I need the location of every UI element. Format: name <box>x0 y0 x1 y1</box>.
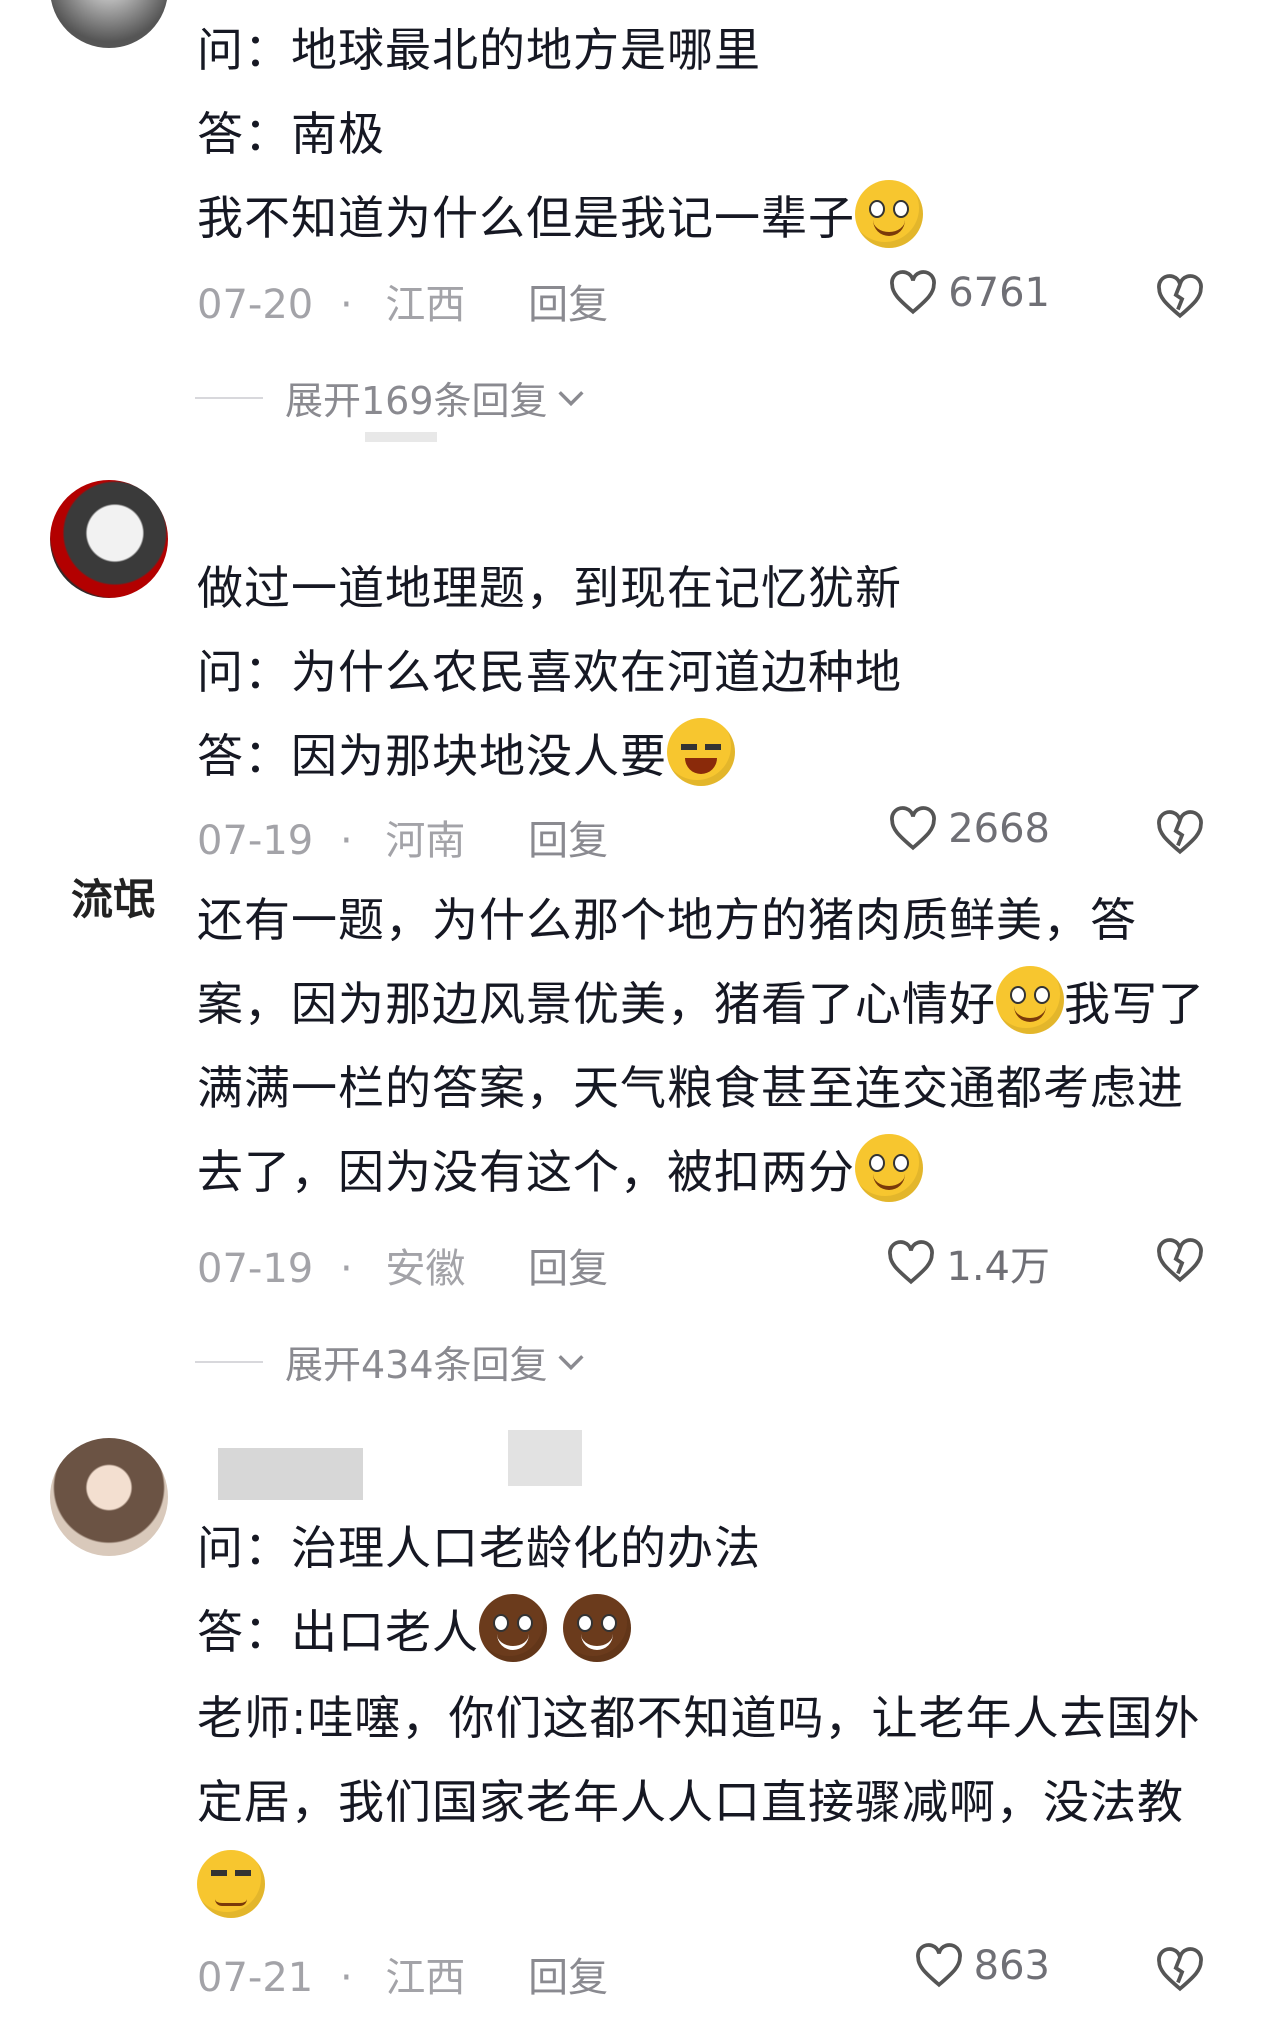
comment-text-line: 去了，因为没有这个，被扣两分 <box>197 1130 923 1214</box>
separator: · <box>339 1955 353 2001</box>
comment-date: 07-21 <box>197 1955 314 2001</box>
reply-button[interactable]: 回复 <box>528 282 608 328</box>
comment-date: 07-19 <box>197 818 314 864</box>
comment-meta: 07-20 · 江西 回复 <box>197 272 608 330</box>
avatar[interactable] <box>50 1438 168 1556</box>
avatar[interactable] <box>50 480 168 598</box>
comment-meta: 07-21 · 江西 回复 <box>197 1945 608 2003</box>
like-count: 1.4万 <box>946 1244 1050 1290</box>
reply-button[interactable]: 回复 <box>528 1955 608 2001</box>
like-count: 863 <box>973 1943 1050 1989</box>
comment-date: 07-20 <box>197 282 314 328</box>
like-count: 6761 <box>948 270 1050 316</box>
comment-location: 江西 <box>385 282 466 328</box>
divider <box>195 1360 263 1363</box>
comment-date: 07-19 <box>197 1246 314 1292</box>
comment-text-line: 定居，我们国家老年人人口直接骤减啊，没法教 <box>197 1775 1184 1829</box>
blurred-username <box>218 1448 363 1500</box>
comment-location: 安徽 <box>385 1246 466 1292</box>
broken-heart-icon[interactable] <box>1155 1947 1205 1993</box>
comment-text-line: 问：为什么农民喜欢在河道边种地 <box>197 645 902 699</box>
chevron-down-icon <box>557 1354 584 1370</box>
reply-button[interactable]: 回复 <box>528 818 608 864</box>
broken-heart-icon[interactable] <box>1155 810 1205 856</box>
blurred-username <box>508 1430 582 1486</box>
like-button[interactable]: 863 <box>914 1943 1050 1989</box>
expand-replies-button[interactable]: 展开434条回复 <box>195 1334 588 1389</box>
comment-text-line: 答：因为那块地没人要 <box>197 714 735 798</box>
comment-location: 江西 <box>385 1955 466 2001</box>
reply-button[interactable]: 回复 <box>528 1246 608 1292</box>
comment-text-line: 做过一道地理题，到现在记忆犹新 <box>197 561 902 615</box>
avatar[interactable] <box>50 0 168 48</box>
divider <box>195 396 263 399</box>
like-button[interactable]: 1.4万 <box>886 1234 1050 1292</box>
comment-text-line <box>197 1846 265 1930</box>
smirk-emoji-icon <box>996 966 1064 1034</box>
heart-outline-icon <box>888 1240 935 1285</box>
laughing-crying-emoji-icon <box>667 718 735 786</box>
comment-text-line: 老师:哇噻，你们这都不知道吗，让老年人去国外 <box>197 1691 1201 1745</box>
comment-text-line: 问：地球最北的地方是哪里 <box>197 23 761 77</box>
expand-replies-label: 展开434条回复 <box>285 1343 548 1387</box>
broken-heart-icon[interactable] <box>1155 1238 1205 1284</box>
comment-text-line: 答：南极 <box>197 107 385 161</box>
annoyed-emoji-icon <box>197 1850 265 1918</box>
like-button[interactable]: 6761 <box>888 270 1050 316</box>
comment-text-line: 问：治理人口老龄化的办法 <box>197 1521 761 1575</box>
comment-text-line: 案，因为那边风景优美，猪看了心情好 我写了 <box>197 962 1205 1046</box>
chevron-down-icon <box>557 390 584 406</box>
comment-text-line: 答：出口老人 <box>197 1590 631 1674</box>
separator: · <box>339 1246 353 1292</box>
brown-emoji-icon <box>479 1594 547 1662</box>
comment-text-line: 我不知道为什么但是我记一辈子 <box>197 176 923 260</box>
like-count: 2668 <box>948 806 1050 852</box>
comment-meta: 07-19 · 河南 回复 <box>197 808 608 866</box>
separator: · <box>339 282 353 328</box>
smirk-emoji-icon <box>855 1134 923 1202</box>
heart-outline-icon <box>890 806 937 851</box>
avatar[interactable]: 流氓 <box>48 846 178 946</box>
comment-location: 河南 <box>385 818 466 864</box>
brown-emoji-icon <box>562 1594 631 1662</box>
broken-heart-icon[interactable] <box>1155 274 1205 320</box>
heart-outline-icon <box>915 1943 962 1988</box>
heart-outline-icon <box>890 270 937 315</box>
expand-replies-label: 展开169条回复 <box>285 379 548 423</box>
comment-text-line: 满满一栏的答案，天气粮食甚至连交通都考虑进 <box>197 1061 1184 1115</box>
emoji-icon <box>855 180 923 248</box>
expand-replies-button[interactable]: 展开169条回复 <box>195 370 588 425</box>
blurred-area <box>365 432 437 442</box>
comment-text-line: 还有一题，为什么那个地方的猪肉质鲜美，答 <box>197 893 1137 947</box>
like-button[interactable]: 2668 <box>888 806 1050 852</box>
comment-meta: 07-19 · 安徽 回复 <box>197 1236 608 1294</box>
separator: · <box>339 818 353 864</box>
